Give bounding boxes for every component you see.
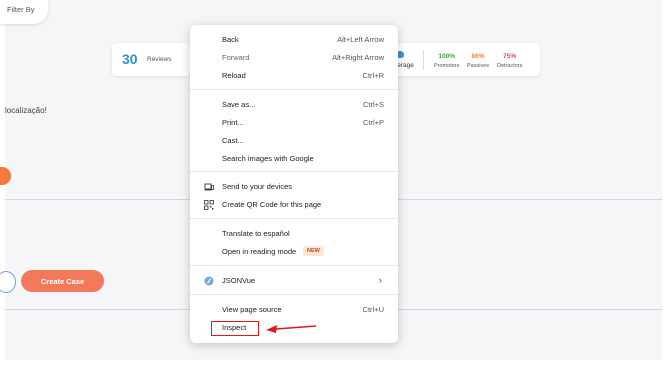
menu-item-print[interactable]: Print... Ctrl+P xyxy=(190,115,398,131)
menu-item-forward[interactable]: Forward Alt+Right Arrow xyxy=(190,50,398,66)
promoters-percent: 100% xyxy=(438,53,455,60)
menu-item-shortcut: Alt+Left Arrow xyxy=(337,35,384,44)
menu-separator xyxy=(190,89,398,90)
devices-icon xyxy=(204,182,214,192)
menu-item-shortcut: Ctrl+U xyxy=(362,305,384,314)
nps-stat-card: verage 100% Promoters 86% Passives 75% D… xyxy=(394,43,540,76)
menu-item-translate[interactable]: Translate to español xyxy=(190,226,398,242)
menu-item-back[interactable]: Back Alt+Left Arrow xyxy=(190,32,398,48)
jsonvue-icon xyxy=(204,276,214,286)
filter-by-label: Filter By xyxy=(7,5,35,14)
menu-item-label: JSONVue xyxy=(222,276,256,285)
menu-separator xyxy=(190,171,398,172)
menu-separator xyxy=(190,294,398,295)
menu-item-jsonvue[interactable]: JSONVue › xyxy=(190,273,398,289)
menu-item-label: View page source xyxy=(222,305,282,314)
menu-item-shortcut: Ctrl+R xyxy=(362,71,384,80)
menu-item-label: Create QR Code for this page xyxy=(222,200,322,209)
chevron-right-icon: › xyxy=(379,275,382,285)
menu-item-shortcut: Alt+Right Arrow xyxy=(332,53,384,62)
menu-item-reload[interactable]: Reload Ctrl+R xyxy=(190,68,398,84)
reviews-stat-card: 30 Reviews xyxy=(112,43,190,76)
red-arrow-icon xyxy=(266,325,317,333)
menu-item-label: Print... xyxy=(222,118,244,127)
passives-stat: 86% Passives xyxy=(467,53,489,69)
inspect-highlight-box xyxy=(211,321,259,336)
menu-item-shortcut: Ctrl+P xyxy=(362,118,384,127)
reviews-label: Reviews xyxy=(147,56,172,63)
menu-item-label: Search images with Google xyxy=(222,154,314,163)
reviews-count: 30 xyxy=(122,51,138,67)
menu-separator xyxy=(190,265,398,266)
detractors-percent: 75% xyxy=(503,53,517,60)
menu-separator xyxy=(190,218,398,219)
nps-divider xyxy=(423,50,424,70)
create-case-button[interactable]: Create Case xyxy=(21,270,104,292)
menu-item-create-qr-code[interactable]: Create QR Code for this page xyxy=(190,197,398,213)
menu-item-cast[interactable]: Cast... xyxy=(190,133,398,149)
menu-item-label: Cast... xyxy=(222,136,244,145)
promoters-label: Promoters xyxy=(434,63,460,69)
detractors-stat: 75% Detractors xyxy=(497,53,522,69)
menu-item-reading-mode[interactable]: Open in reading mode NEW xyxy=(190,244,398,260)
passives-percent: 86% xyxy=(471,53,485,60)
menu-item-label: Open in reading mode xyxy=(222,247,297,256)
menu-item-search-images[interactable]: Search images with Google xyxy=(190,151,398,167)
menu-item-view-page-source[interactable]: View page source Ctrl+U xyxy=(190,302,398,318)
menu-item-save-as[interactable]: Save as... Ctrl+S xyxy=(190,97,398,113)
context-menu: Back Alt+Left Arrow Forward Alt+Right Ar… xyxy=(190,25,398,343)
menu-item-label: Back xyxy=(222,35,239,44)
menu-item-label: Translate to español xyxy=(222,229,290,238)
menu-item-label: Send to your devices xyxy=(222,182,293,191)
menu-item-label: Save as... xyxy=(222,100,256,109)
menu-item-label: Forward xyxy=(222,53,250,62)
filter-by-button[interactable]: Filter By xyxy=(0,0,48,24)
qr-code-icon xyxy=(204,200,214,210)
new-badge: NEW xyxy=(303,246,324,256)
detractors-label: Detractors xyxy=(497,63,523,69)
menu-item-send-to-devices[interactable]: Send to your devices xyxy=(190,179,398,195)
menu-item-label: Reload xyxy=(222,71,246,80)
passives-label: Passives xyxy=(467,63,490,69)
promoters-stat: 100% Promoters xyxy=(434,53,459,69)
review-text: localização! xyxy=(5,106,47,115)
menu-item-shortcut: Ctrl+S xyxy=(362,100,384,109)
